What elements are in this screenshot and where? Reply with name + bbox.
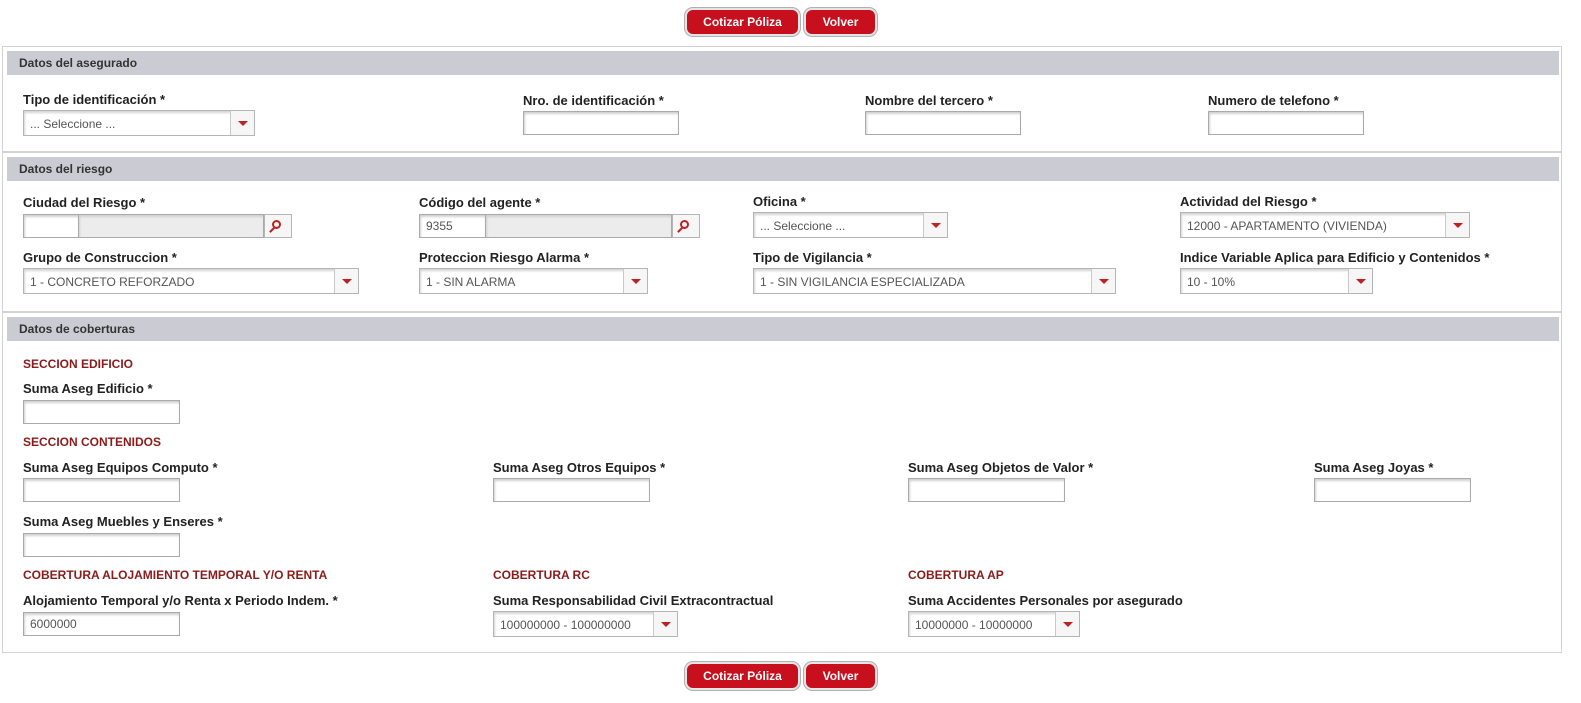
tipo-vigilancia-select[interactable]: 1 - SIN VIGILANCIA ESPECIALIZADA: [753, 268, 1116, 294]
agente-codigo-input[interactable]: 9355: [419, 214, 486, 238]
alojamiento-temporal-input[interactable]: 6000000: [23, 612, 180, 636]
indice-variable-select[interactable]: 10 - 10%: [1180, 268, 1373, 294]
grupo-construccion-value: 1 - CONCRETO REFORZADO: [30, 275, 195, 289]
ciudad-search-button[interactable]: [264, 214, 292, 238]
oficina-value: ... Seleccione ...: [760, 219, 846, 233]
bottom-button-bar: Cotizar Póliza Volver: [0, 662, 1581, 692]
responsabilidad-civil-select[interactable]: 100000000 - 100000000: [493, 611, 678, 637]
chevron-down-icon[interactable]: [1445, 213, 1469, 237]
accidentes-personales-label: Suma Accidentes Personales por asegurado: [908, 593, 1183, 608]
tipo-identificacion-value: ... Seleccione ...: [30, 117, 116, 131]
actividad-riesgo-label: Actividad del Riesgo *: [1180, 194, 1317, 209]
suma-computo-label: Suma Aseg Equipos Computo *: [23, 460, 218, 475]
oficina-select[interactable]: ... Seleccione ...: [753, 212, 948, 238]
agente-nombre-input: [485, 214, 672, 238]
actividad-riesgo-value: 12000 - APARTAMENTO (VIVIENDA): [1187, 219, 1387, 233]
proteccion-alarma-label: Proteccion Riesgo Alarma *: [419, 250, 590, 265]
suma-muebles-input[interactable]: [23, 533, 180, 557]
cobertura-ap-heading: COBERTURA AP: [908, 568, 1004, 582]
panel-asegurado-title: Datos del asegurado: [7, 51, 1559, 75]
suma-objetos-valor-label: Suma Aseg Objetos de Valor *: [908, 460, 1094, 475]
codigo-agente-label: Código del agente *: [419, 195, 541, 210]
suma-otros-equipos-input[interactable]: [493, 478, 650, 502]
agente-search-button[interactable]: [672, 214, 700, 238]
indice-variable-label: Indice Variable Aplica para Edificio y C…: [1180, 250, 1490, 265]
panel-riesgo-title: Datos del riesgo: [7, 157, 1559, 181]
actividad-riesgo-select[interactable]: 12000 - APARTAMENTO (VIVIENDA): [1180, 212, 1470, 238]
chevron-down-icon[interactable]: [1055, 612, 1079, 636]
chevron-down-icon[interactable]: [923, 213, 947, 237]
nombre-tercero-input[interactable]: [865, 111, 1021, 135]
seccion-edificio-heading: SECCION EDIFICIO: [23, 357, 134, 371]
volver-button-top[interactable]: Volver: [804, 8, 877, 36]
cobertura-rc-heading: COBERTURA RC: [493, 568, 590, 582]
tipo-vigilancia-label: Tipo de Vigilancia *: [753, 250, 872, 265]
grupo-construccion-label: Grupo de Construccion *: [23, 250, 177, 265]
cobertura-alojamiento-heading: COBERTURA ALOJAMIENTO TEMPORAL Y/O RENTA: [23, 568, 328, 582]
chevron-down-icon[interactable]: [334, 269, 358, 293]
indice-variable-value: 10 - 10%: [1187, 275, 1236, 289]
telefono-input[interactable]: [1208, 111, 1364, 135]
ciudad-riesgo-label: Ciudad del Riesgo *: [23, 195, 146, 210]
proteccion-alarma-value: 1 - SIN ALARMA: [426, 275, 516, 289]
panel-coberturas-title: Datos de coberturas: [7, 317, 1559, 341]
cotizar-poliza-button-top[interactable]: Cotizar Póliza: [685, 8, 800, 36]
accidentes-personales-select[interactable]: 10000000 - 10000000: [908, 611, 1080, 637]
suma-joyas-label: Suma Aseg Joyas *: [1314, 460, 1434, 475]
tipo-identificacion-select[interactable]: ... Seleccione ...: [23, 110, 255, 136]
nro-identificacion-input[interactable]: [523, 111, 679, 135]
suma-edificio-label: Suma Aseg Edificio *: [23, 381, 153, 396]
volver-button-bottom[interactable]: Volver: [804, 662, 877, 690]
suma-objetos-valor-input[interactable]: [908, 478, 1065, 502]
chevron-down-icon[interactable]: [1091, 269, 1115, 293]
search-icon: [272, 220, 281, 229]
responsabilidad-civil-label: Suma Responsabilidad Civil Extracontract…: [493, 593, 774, 608]
responsabilidad-civil-value: 100000000 - 100000000: [500, 618, 631, 632]
grupo-construccion-select[interactable]: 1 - CONCRETO REFORZADO: [23, 268, 359, 294]
suma-computo-input[interactable]: [23, 478, 180, 502]
ciudad-nombre-input: [78, 214, 264, 238]
nro-identificacion-label: Nro. de identificación *: [523, 93, 664, 108]
proteccion-alarma-select[interactable]: 1 - SIN ALARMA: [419, 268, 648, 294]
seccion-contenidos-heading: SECCION CONTENIDOS: [23, 435, 162, 449]
chevron-down-icon[interactable]: [623, 269, 647, 293]
oficina-label: Oficina *: [753, 194, 806, 209]
search-icon: [680, 220, 689, 229]
tipo-vigilancia-value: 1 - SIN VIGILANCIA ESPECIALIZADA: [760, 275, 965, 289]
suma-edificio-input[interactable]: [23, 400, 180, 424]
chevron-down-icon[interactable]: [1348, 269, 1372, 293]
chevron-down-icon[interactable]: [653, 612, 677, 636]
nombre-tercero-label: Nombre del tercero *: [865, 93, 993, 108]
telefono-label: Numero de telefono *: [1208, 93, 1339, 108]
suma-joyas-input[interactable]: [1314, 478, 1471, 502]
chevron-down-icon[interactable]: [230, 111, 254, 135]
accidentes-personales-value: 10000000 - 10000000: [915, 618, 1033, 632]
tipo-identificacion-label: Tipo de identificación *: [23, 92, 166, 107]
top-button-bar: Cotizar Póliza Volver: [0, 8, 1581, 38]
ciudad-codigo-input[interactable]: [23, 214, 79, 238]
cotizar-poliza-button-bottom[interactable]: Cotizar Póliza: [685, 662, 800, 690]
suma-otros-equipos-label: Suma Aseg Otros Equipos *: [493, 460, 666, 475]
alojamiento-temporal-label: Alojamiento Temporal y/o Renta x Periodo…: [23, 593, 338, 608]
suma-muebles-label: Suma Aseg Muebles y Enseres *: [23, 514, 223, 529]
